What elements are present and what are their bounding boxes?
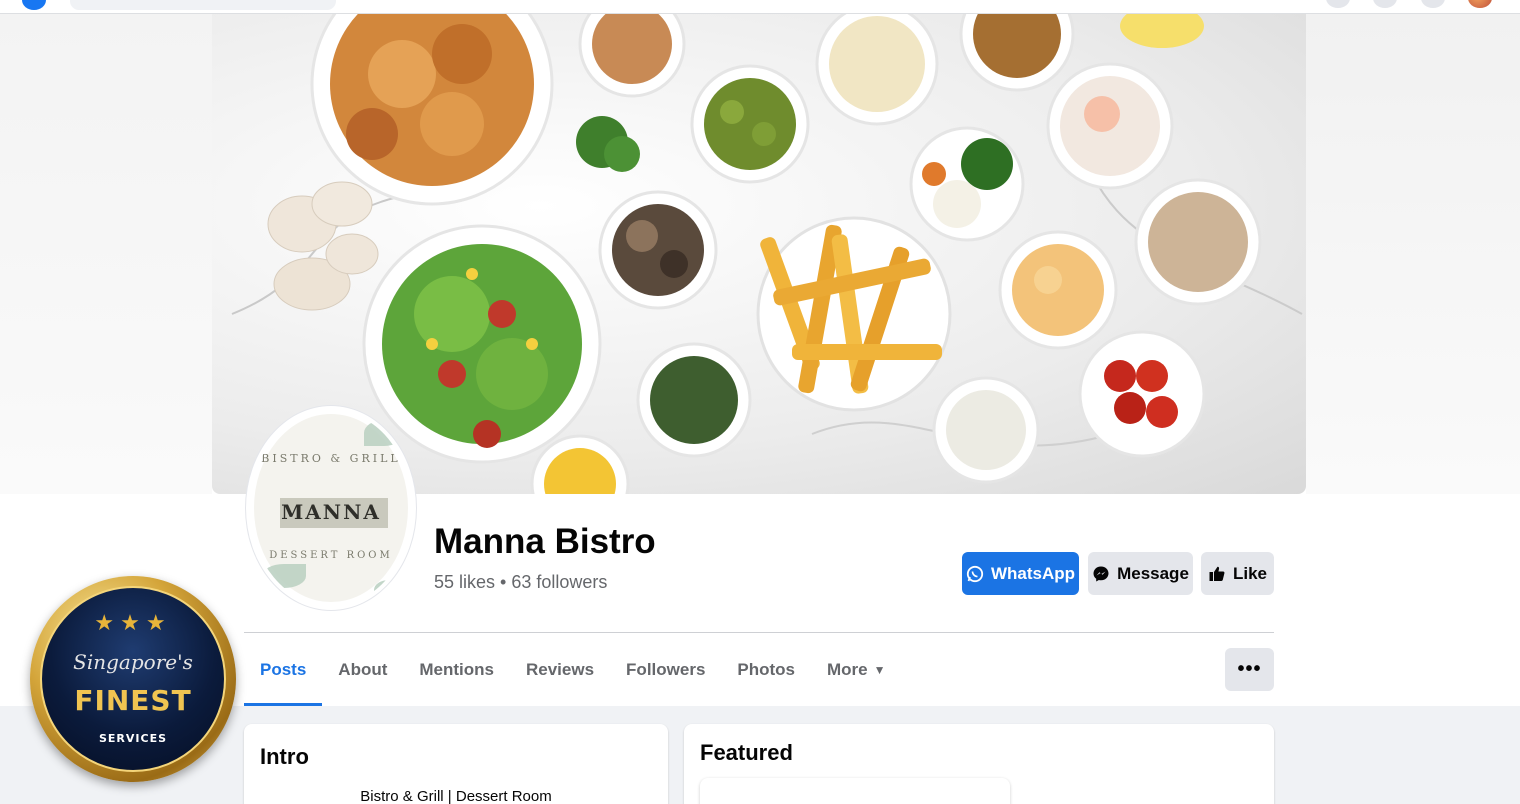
more-options-button[interactable]: •••: [1225, 648, 1274, 691]
whatsapp-label: WhatsApp: [990, 563, 1076, 583]
logo-ring-bottom: DESSERT ROOM: [269, 550, 393, 561]
tab-mentions[interactable]: Mentions: [403, 634, 510, 706]
badge-stars-icon: ★★★: [94, 610, 172, 635]
singapores-finest-badge: ★★★ Singapore's FINEST SERVICES: [30, 576, 236, 782]
tab-label: Photos: [737, 660, 796, 679]
tab-followers[interactable]: Followers: [610, 634, 721, 706]
tab-label: About: [338, 660, 388, 679]
featured-post[interactable]: [700, 778, 1010, 804]
whatsapp-icon: [966, 565, 984, 583]
page-title: Manna Bistro: [434, 522, 656, 561]
tab-label: Reviews: [526, 660, 595, 679]
page-avatar[interactable]: BISTRO & GRILL MANNA DESSERT ROOM: [246, 406, 416, 610]
header-divider: [244, 632, 1274, 633]
avatar-logo: BISTRO & GRILL MANNA DESSERT ROOM: [254, 414, 408, 602]
menu-icon[interactable]: [1326, 0, 1350, 8]
badge-line1: Singapore's: [73, 650, 193, 674]
page-stats[interactable]: 55 likes • 63 followers: [434, 572, 607, 593]
search-input[interactable]: [70, 0, 336, 10]
featured-title: Featured: [700, 740, 793, 765]
like-button[interactable]: Like: [1201, 552, 1274, 595]
tab-photos[interactable]: Photos: [721, 634, 811, 706]
message-label: Message: [1117, 563, 1189, 583]
caret-down-icon: ▼: [873, 663, 886, 677]
tab-about[interactable]: About: [322, 634, 403, 706]
facebook-logo-icon[interactable]: [22, 0, 46, 10]
badge-inner: ★★★ Singapore's FINEST SERVICES: [40, 586, 226, 772]
header-backdrop-right: [1306, 14, 1520, 494]
intro-card: Intro Bistro & Grill | Dessert Room: [244, 724, 668, 804]
featured-card: Featured: [684, 724, 1274, 804]
tab-posts[interactable]: Posts: [244, 634, 323, 706]
intro-title: Intro: [260, 744, 309, 769]
profile-tabs: Posts About Mentions Reviews Followers P…: [244, 634, 902, 706]
notifications-icon[interactable]: [1421, 0, 1445, 8]
messenger-icon: [1092, 565, 1110, 583]
top-navigation-bar: [0, 0, 1520, 14]
header-backdrop-left: [0, 14, 212, 494]
logo-ring-top: BISTRO & GRILL: [261, 452, 401, 465]
tab-reviews[interactable]: Reviews: [510, 634, 610, 706]
logo-wordmark: MANNA: [281, 500, 381, 524]
tab-more[interactable]: More ▼: [811, 634, 902, 706]
leaf-decoration-icon: [262, 564, 306, 588]
intro-description: Bistro & Grill | Dessert Room: [360, 788, 552, 804]
badge-line2: FINEST: [74, 684, 192, 717]
tab-label: Mentions: [419, 660, 494, 679]
badge-line3: SERVICES: [98, 732, 168, 745]
whatsapp-button[interactable]: WhatsApp: [962, 552, 1079, 595]
tab-label: More: [827, 660, 868, 679]
tab-label: Posts: [260, 660, 307, 679]
account-avatar[interactable]: [1468, 0, 1492, 8]
messenger-nav-icon[interactable]: [1373, 0, 1397, 8]
tab-label: Followers: [626, 660, 706, 679]
message-button[interactable]: Message: [1088, 552, 1193, 595]
leaf-decoration-icon: [364, 420, 404, 446]
like-label: Like: [1232, 563, 1268, 583]
leaf-decoration-icon: [374, 580, 404, 600]
thumbs-up-icon: [1208, 565, 1226, 583]
